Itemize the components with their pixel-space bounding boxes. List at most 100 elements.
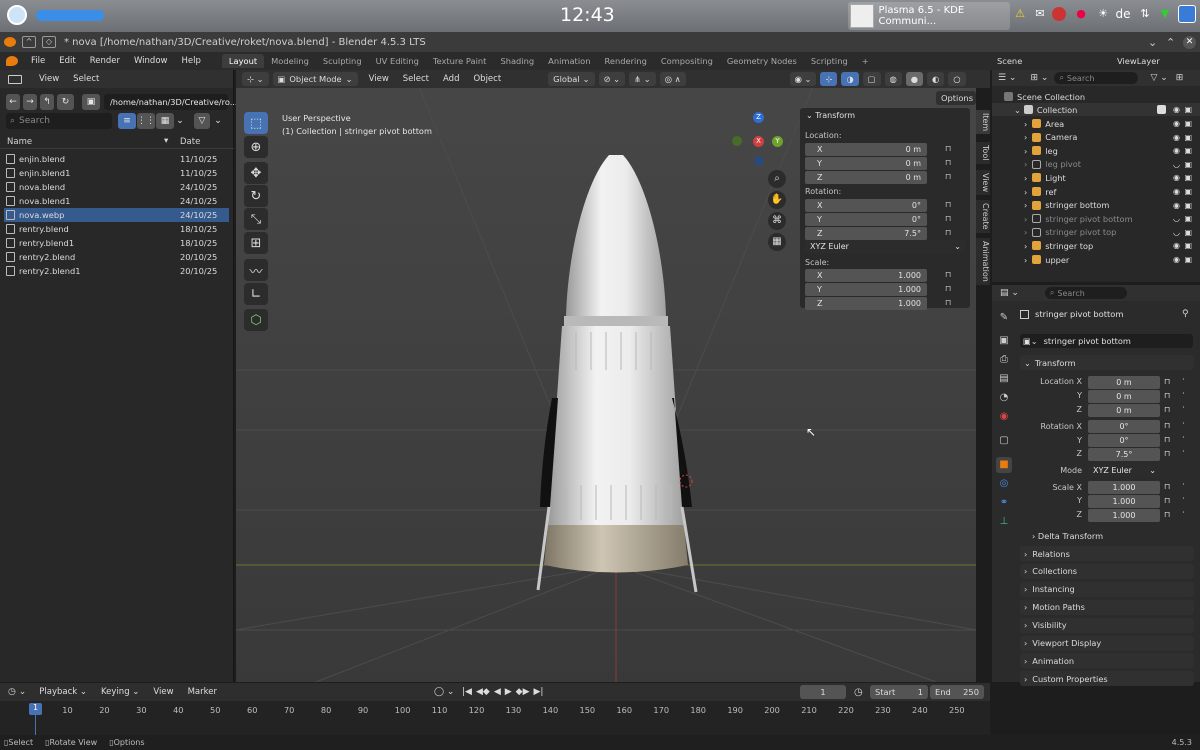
location-field[interactable]: 0 m (1088, 404, 1160, 417)
short-list-button[interactable]: ⋮⋮ (137, 113, 155, 129)
location-field[interactable]: 0 m (1088, 390, 1160, 403)
col-name[interactable]: Name (7, 137, 32, 147)
keyframe-dot-icon[interactable]: ⋅ (1182, 403, 1185, 413)
sort-chevron-icon[interactable]: ▾ (164, 136, 168, 146)
tab-texture-paint[interactable]: Texture Paint (426, 54, 494, 68)
lock-icon[interactable]: ⊓ (1164, 482, 1170, 491)
lock-icon[interactable]: ⊓ (945, 200, 951, 209)
transform-section-header[interactable]: ⌄ Transform (1020, 355, 1194, 370)
keyframe-dot-icon[interactable]: ⋅ (1182, 375, 1185, 385)
keyframe-dot-icon[interactable]: ⋅ (1182, 433, 1185, 443)
move-tool[interactable]: ✥ (244, 162, 268, 184)
section-header[interactable]: › Viewport Display (1020, 635, 1194, 651)
scale-tool[interactable]: ⤡ (244, 208, 268, 230)
file-row[interactable]: nova.blend1 24/10/25 (4, 194, 229, 208)
outliner-item[interactable]: › stringer top ◉ ▣ (992, 239, 1200, 252)
eye-icon[interactable]: ◉ (1173, 146, 1180, 155)
task-item[interactable]: Plasma 6.5 - KDE Communi... (848, 2, 1010, 30)
constraints-properties-icon[interactable]: ⚭ (996, 495, 1012, 511)
fb-menu-view[interactable]: View (32, 74, 66, 84)
tab-scripting[interactable]: Scripting (804, 54, 855, 68)
jump-start-icon[interactable]: |◀ (462, 687, 472, 697)
keyframe-dot-icon[interactable]: ⋅ (1182, 480, 1185, 490)
expand-icon[interactable]: › (1024, 119, 1027, 129)
location-field[interactable]: 0 m (1088, 376, 1160, 389)
vp-menu-add[interactable]: Add (436, 74, 466, 84)
sidebar-tab-tool[interactable]: Tool (976, 142, 990, 164)
playhead-label[interactable]: 1 (29, 703, 42, 715)
filter-chevron-icon[interactable]: ⌄ (212, 113, 224, 129)
expand-icon[interactable]: › (1024, 146, 1027, 156)
cursor-tool[interactable]: ⊕ (244, 136, 268, 158)
expand-icon[interactable]: › (1024, 200, 1027, 210)
expand-icon[interactable]: › (1024, 173, 1027, 183)
location-field[interactable]: X 0 m (805, 143, 927, 156)
rotation-field[interactable]: Y 0° (805, 213, 927, 226)
overlay-toggle-icon[interactable]: ◑ (841, 72, 859, 86)
eye-icon[interactable]: ◉ (1173, 241, 1180, 250)
jump-end-icon[interactable]: ▶| (534, 687, 544, 697)
eye-icon[interactable]: ◡ (1173, 160, 1180, 169)
camera-visibility-icon[interactable]: ▣ (1184, 105, 1192, 114)
lock-icon[interactable]: ⊓ (945, 144, 951, 153)
keyframe-dot-icon[interactable]: ⋅ (1182, 419, 1185, 429)
outliner-item[interactable]: › stringer pivot bottom ◡ ▣ (992, 212, 1200, 225)
expand-icon[interactable]: ⌄ (1014, 105, 1021, 115)
checkbox-icon[interactable] (1157, 105, 1166, 114)
notification-icon[interactable]: ● (1074, 7, 1088, 21)
proportional-icon[interactable]: ◎ ∧ (659, 72, 686, 86)
window-menu-icon[interactable] (4, 37, 16, 47)
section-header[interactable]: › Custom Properties (1020, 671, 1194, 687)
tab-modeling[interactable]: Modeling (264, 54, 316, 68)
tab-sculpting[interactable]: Sculpting (316, 54, 369, 68)
gizmo-toggle-icon[interactable]: ⊹ (820, 72, 838, 86)
xray-toggle-icon[interactable]: ▢ (862, 72, 881, 86)
properties-search[interactable]: ⌕ Search (1044, 287, 1127, 299)
clock[interactable]: 12:43 (560, 4, 615, 26)
expand-icon[interactable]: › (1024, 241, 1027, 251)
lock-icon[interactable]: ⊓ (945, 158, 951, 167)
physics-properties-icon[interactable]: ◎ (996, 476, 1012, 492)
file-row[interactable]: enjin.blend1 11/10/25 (4, 166, 229, 180)
add-workspace-icon[interactable]: + (855, 54, 876, 68)
camera-visibility-icon[interactable]: ▣ (1184, 228, 1192, 237)
start-frame-field[interactable]: Start 1 (870, 685, 928, 699)
gizmo-y-axis[interactable]: Y (772, 136, 783, 147)
network-icon[interactable]: ⇅ (1138, 7, 1152, 21)
collection-properties-icon[interactable]: ▢ (996, 433, 1012, 449)
list-view-button[interactable]: ≡ (118, 113, 136, 129)
section-header[interactable]: › Collections (1020, 563, 1194, 579)
camera-visibility-icon[interactable]: ▣ (1184, 201, 1192, 210)
camera-visibility-icon[interactable]: ▣ (1184, 255, 1192, 264)
eye-icon[interactable]: ◡ (1173, 228, 1180, 237)
sidebar-tab-animation[interactable]: Animation (976, 238, 990, 285)
gizmo-z-axis[interactable]: Z (753, 112, 764, 123)
eye-icon[interactable]: ◉ (1173, 119, 1180, 128)
annotate-tool[interactable]: 〰 (244, 259, 268, 281)
tab-uv-editing[interactable]: UV Editing (369, 54, 426, 68)
ortho-toggle-icon[interactable]: ▦ (768, 233, 786, 251)
gizmo-x-axis[interactable]: X (753, 136, 764, 147)
current-frame-field[interactable]: 1 (800, 685, 846, 699)
lock-icon[interactable]: ⊓ (945, 284, 951, 293)
package-icon[interactable] (1052, 7, 1066, 21)
keyframe-dot-icon[interactable]: ⋅ (1182, 494, 1185, 504)
outliner-scene-collection[interactable]: Scene Collection (992, 90, 1200, 103)
lock-icon[interactable]: ⊓ (1164, 449, 1170, 458)
outliner-display-icon[interactable]: ⊞ ⌄ (1030, 73, 1048, 83)
axis-gizmo[interactable]: Z Y X (730, 112, 794, 172)
rotation-field[interactable]: 0° (1088, 434, 1160, 447)
delta-transform-header[interactable]: › Delta Transform (1032, 531, 1103, 541)
keyframe-dot-icon[interactable]: ⋅ (1182, 389, 1185, 399)
output-properties-icon[interactable]: ⎙ (996, 352, 1012, 368)
new-folder-button[interactable]: ▣ (82, 94, 100, 110)
orientation-dropdown[interactable]: Global ⌄ (548, 72, 595, 86)
viewlayer-selector[interactable]: ViewLayer (1117, 56, 1160, 66)
scale-field[interactable]: 1.000 (1088, 481, 1160, 494)
lock-icon[interactable]: ⊓ (1164, 421, 1170, 430)
tool-properties-icon[interactable]: ✎ (996, 310, 1012, 326)
scale-field[interactable]: 1.000 (1088, 509, 1160, 522)
world-properties-icon[interactable]: ◉ (996, 409, 1012, 425)
record-icon[interactable]: ◯ ⌄ (434, 687, 454, 697)
options-dropdown[interactable]: Options (936, 91, 976, 105)
